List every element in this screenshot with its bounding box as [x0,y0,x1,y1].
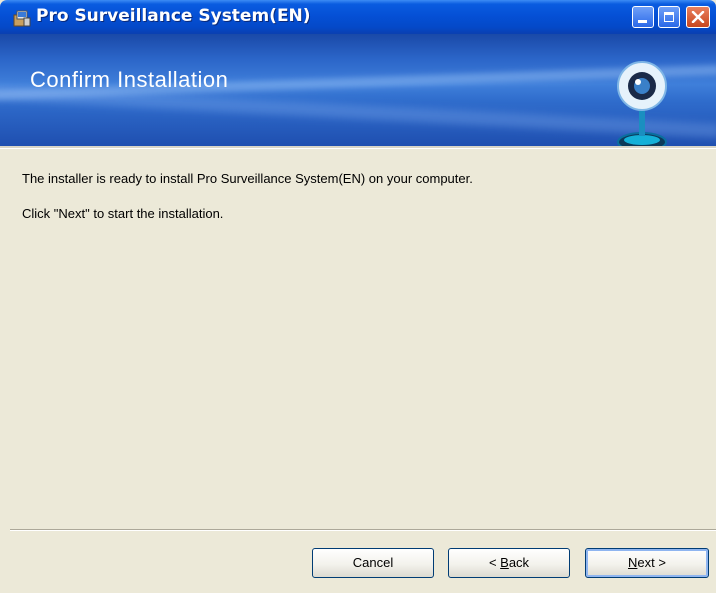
installer-app-icon [13,10,31,27]
window-title: Pro Surveillance System(EN) [36,6,311,26]
back-button-label: ack [508,555,530,570]
close-button[interactable] [686,6,710,28]
maximize-icon [664,12,674,22]
next-button-mnemonic: N [628,555,638,570]
close-icon [691,11,705,23]
ready-message: The installer is ready to install Pro Su… [22,171,473,186]
content-area: The installer is ready to install Pro Su… [0,148,716,529]
back-button[interactable]: < Back [448,548,570,578]
button-separator [10,529,716,531]
next-button[interactable]: Next > [585,548,709,578]
webcam-icon [617,61,667,146]
next-button-label: ext > [637,555,666,570]
header-banner: Confirm Installation [0,34,716,146]
back-button-prefix: < [488,555,501,570]
back-button-mnemonic: B [500,555,509,570]
maximize-button[interactable] [658,6,680,28]
minimize-button[interactable] [632,6,654,28]
minimize-icon [638,20,647,23]
cancel-button-label: Cancel [352,555,394,570]
instruction-message: Click "Next" to start the installation. [22,206,224,221]
installer-window: Pro Surveillance System(EN) Confirm Inst… [0,0,716,593]
title-bar[interactable]: Pro Surveillance System(EN) [0,0,716,34]
page-title: Confirm Installation [30,67,229,92]
cancel-button[interactable]: Cancel [312,548,434,578]
